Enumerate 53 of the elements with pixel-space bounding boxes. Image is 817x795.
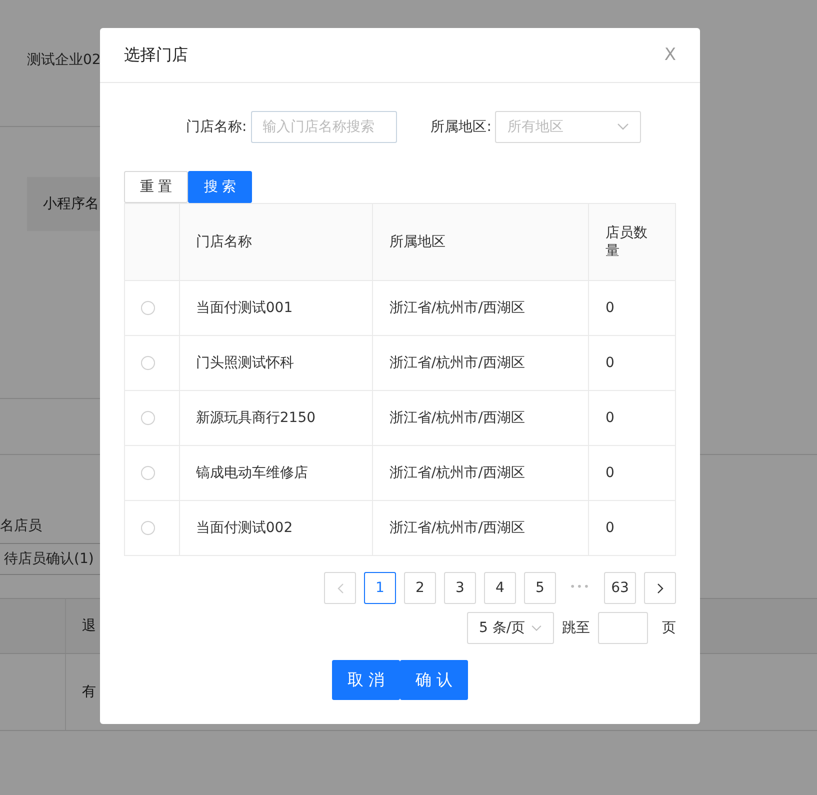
table-cell-text: 有: [81, 683, 96, 702]
ellipsis: •••: [568, 581, 592, 595]
page-button[interactable]: 2: [404, 572, 436, 604]
tab[interactable]: 待店员确认(1): [0, 544, 94, 574]
table-cell: 浙江省/杭州市/西湖区: [389, 465, 525, 481]
table-header-cell-text: 退: [81, 617, 96, 636]
table-header-cell: 小程序名: [27, 177, 100, 231]
page-jump-field[interactable]: [598, 612, 648, 644]
radio-button[interactable]: [141, 466, 155, 480]
chevron-down-icon: [531, 624, 542, 632]
radio-button[interactable]: [141, 411, 155, 426]
table-cell: 新源玩具商行2150: [196, 410, 316, 426]
company-name: 测试企业02: [27, 51, 101, 69]
page-button[interactable]: 4: [484, 572, 516, 604]
chevron-down-icon: [617, 123, 630, 131]
store-name-field[interactable]: 输入门店名称搜索: [250, 111, 397, 143]
chevron-left-icon: [336, 582, 344, 594]
table-cell: 0: [605, 355, 614, 371]
column-header: 店员数量: [605, 225, 648, 259]
table-cell: 镐成电动车维修店: [196, 465, 308, 481]
column-header: 所属地区: [389, 234, 446, 250]
page-unit-label: 页: [662, 619, 676, 637]
dialog-title: 选择门店: [124, 44, 188, 66]
page-size-select[interactable]: 5 条/页: [467, 612, 554, 644]
table-cell: 0: [605, 410, 614, 426]
table-cell: 浙江省/杭州市/西湖区: [389, 520, 525, 536]
next-page-button[interactable]: [644, 572, 676, 604]
page-button[interactable]: 1: [364, 572, 396, 604]
radio-button[interactable]: [141, 356, 155, 370]
reset-button[interactable]: 重 置: [124, 171, 188, 203]
table-cell: 浙江省/杭州市/西湖区: [389, 410, 525, 426]
page-button[interactable]: 5: [524, 572, 556, 604]
search-button[interactable]: 搜 索: [188, 171, 252, 203]
staff-label: 名店员: [0, 517, 42, 536]
table-cell: 当面付测试001: [196, 300, 293, 316]
table-cell: 浙江省/杭州市/西湖区: [389, 355, 525, 371]
confirm-button[interactable]: 确 认: [400, 660, 468, 700]
table-cell: 门头照测试怀科: [196, 355, 294, 371]
column-header: 门店名称: [196, 234, 252, 250]
radio-button[interactable]: [141, 521, 155, 536]
filter-label: 门店名称:: [186, 118, 247, 136]
cancel-button[interactable]: 取 消: [332, 660, 400, 700]
chevron-right-icon: [656, 582, 664, 594]
table-cell: 0: [605, 520, 614, 536]
table-cell: 0: [605, 465, 614, 481]
table-cell: 浙江省/杭州市/西湖区: [389, 300, 525, 316]
page-button[interactable]: 63: [604, 572, 636, 604]
radio-button[interactable]: [141, 301, 155, 316]
table-cell: 当面付测试002: [196, 520, 293, 536]
jump-label: 跳至: [562, 619, 590, 637]
filter-label: 所属地区:: [430, 118, 492, 136]
page-button[interactable]: 3: [444, 572, 476, 604]
table-cell: 0: [605, 300, 614, 316]
